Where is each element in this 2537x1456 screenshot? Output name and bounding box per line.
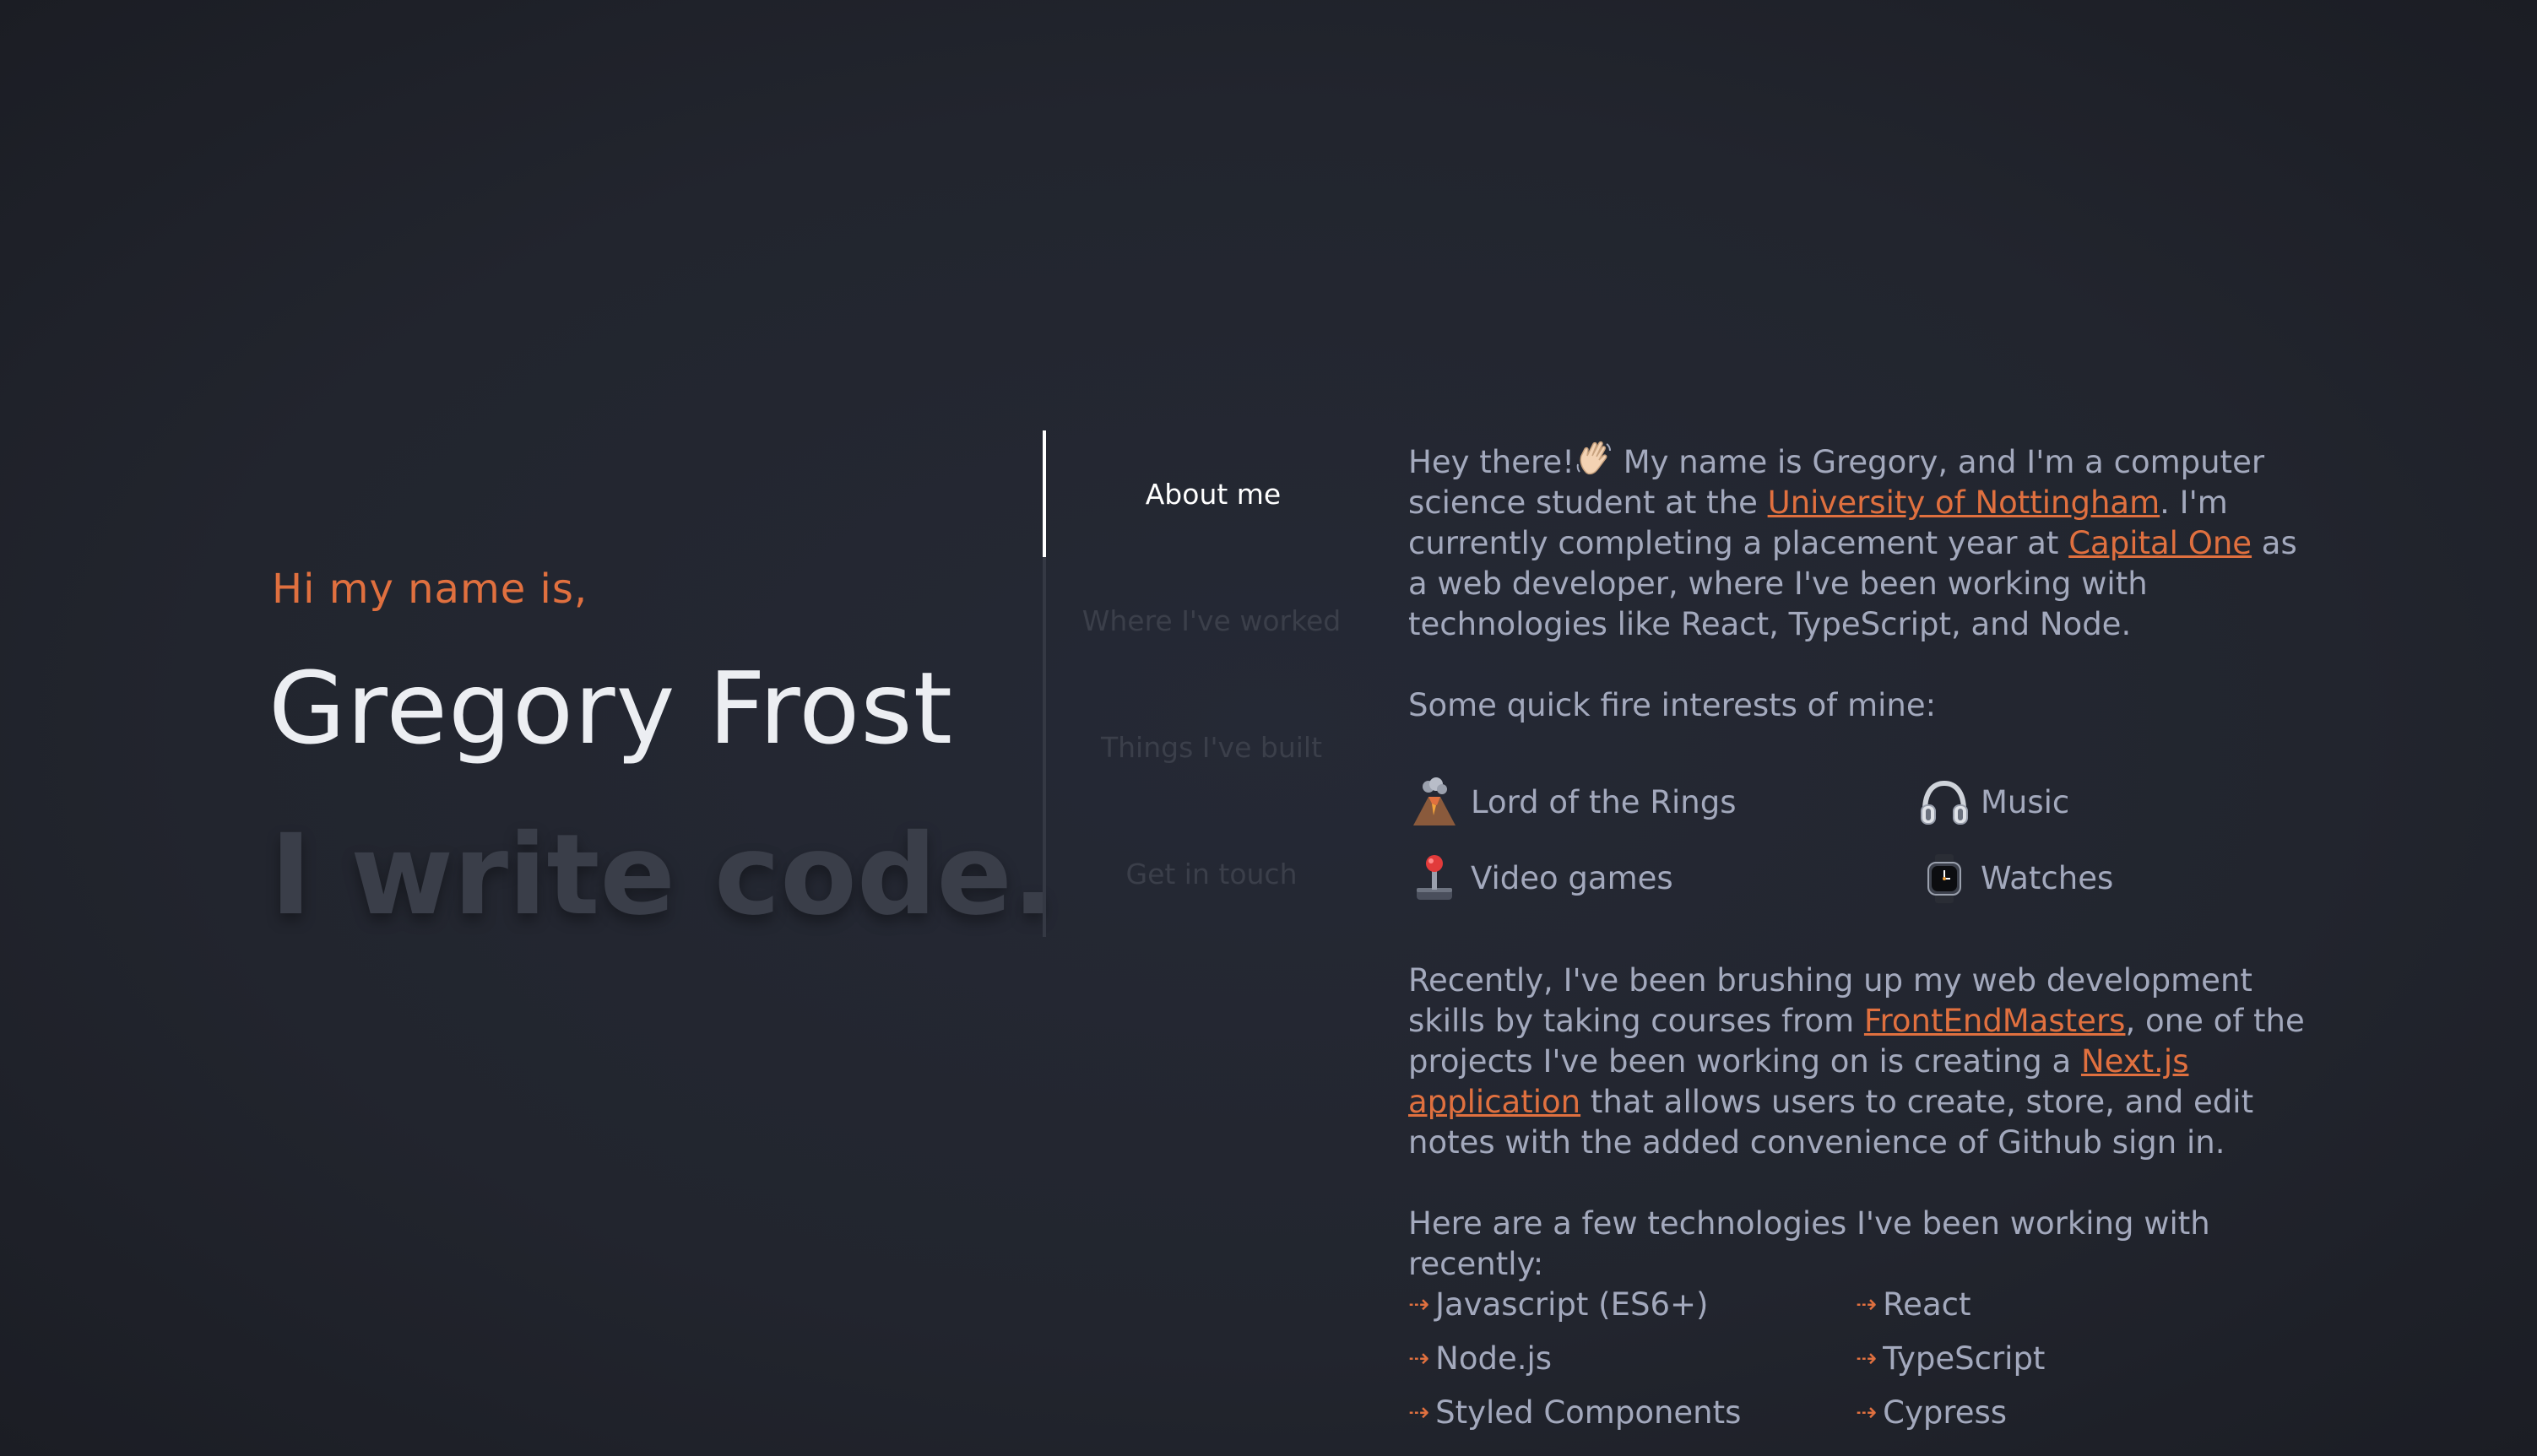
intro-paragraph: Hey there! My name is Gregory, and I'm a… xyxy=(1408,439,2320,645)
watch-icon xyxy=(1918,852,1971,905)
interest-label: Video games xyxy=(1471,860,1673,896)
interest-label: Music xyxy=(1981,784,2070,820)
technology-list: ⇢ Javascript (ES6+) ⇢ React ⇢ Node.js ⇢ … xyxy=(1408,1285,2320,1453)
waving-hand-icon xyxy=(1575,441,1613,480)
tab-about-me[interactable]: About me xyxy=(1043,430,1380,557)
interest-label: Lord of the Rings xyxy=(1471,784,1737,820)
tech-label: Javascript (ES6+) xyxy=(1435,1286,1709,1323)
arrow-icon: ⇢ xyxy=(1856,1344,1877,1373)
arrow-icon: ⇢ xyxy=(1408,1344,1429,1373)
university-link[interactable]: University of Nottingham xyxy=(1768,484,2160,521)
recent-paragraph: Recently, I've been brushing up my web d… xyxy=(1408,961,2320,1163)
arrow-icon: ⇢ xyxy=(1408,1290,1429,1319)
tech-item: ⇢ Cypress xyxy=(1856,1393,2007,1433)
tech-label: React xyxy=(1883,1286,1971,1323)
tech-item: ⇢ Styled Components xyxy=(1408,1393,1741,1433)
tagline-text: I write code. xyxy=(270,810,1055,940)
interest-item: Lord of the Rings xyxy=(1408,777,1737,829)
tech-label: Node.js xyxy=(1435,1340,1553,1377)
interest-label: Watches xyxy=(1981,860,2114,896)
tech-label: TypeScript xyxy=(1883,1340,2046,1377)
tech-item: ⇢ Node.js xyxy=(1408,1339,1552,1379)
tech-label: Styled Components xyxy=(1435,1394,1742,1431)
interest-item: Video games xyxy=(1408,852,1673,905)
tech-heading: Here are a few technologies I've been wo… xyxy=(1408,1205,2210,1282)
tab-things-ive-built[interactable]: Things I've built xyxy=(1043,684,1380,810)
interests-list: Lord of the Rings Music Video games Watc… xyxy=(1408,777,2320,945)
name-heading: Gregory Frost xyxy=(268,650,954,766)
arrow-icon: ⇢ xyxy=(1408,1398,1429,1427)
tech-label: Cypress xyxy=(1883,1394,2008,1431)
joystick-icon xyxy=(1408,852,1461,905)
tab-where-ive-worked[interactable]: Where I've worked xyxy=(1043,557,1380,684)
volcano-icon xyxy=(1408,777,1461,829)
tech-item: ⇢ React xyxy=(1856,1285,1971,1325)
interest-item: Watches xyxy=(1918,852,2113,905)
tab-get-in-touch[interactable]: Get in touch xyxy=(1043,810,1380,937)
tech-item: ⇢ Javascript (ES6+) xyxy=(1408,1285,1708,1325)
arrow-icon: ⇢ xyxy=(1856,1290,1877,1319)
interest-item: Music xyxy=(1918,777,2069,829)
arrow-icon: ⇢ xyxy=(1856,1398,1877,1427)
courses-link[interactable]: FrontEndMasters xyxy=(1864,1003,2126,1039)
employer-link[interactable]: Capital One xyxy=(2068,525,2252,561)
intro-text-1: Hey there! xyxy=(1408,444,1575,480)
section-tabs: About me Where I've worked Things I've b… xyxy=(1043,430,1384,937)
tech-item: ⇢ TypeScript xyxy=(1856,1339,2045,1379)
greeting-text: Hi my name is, xyxy=(272,566,588,613)
headphones-icon xyxy=(1918,777,1971,829)
interests-heading: Some quick fire interests of mine: xyxy=(1408,687,1937,723)
